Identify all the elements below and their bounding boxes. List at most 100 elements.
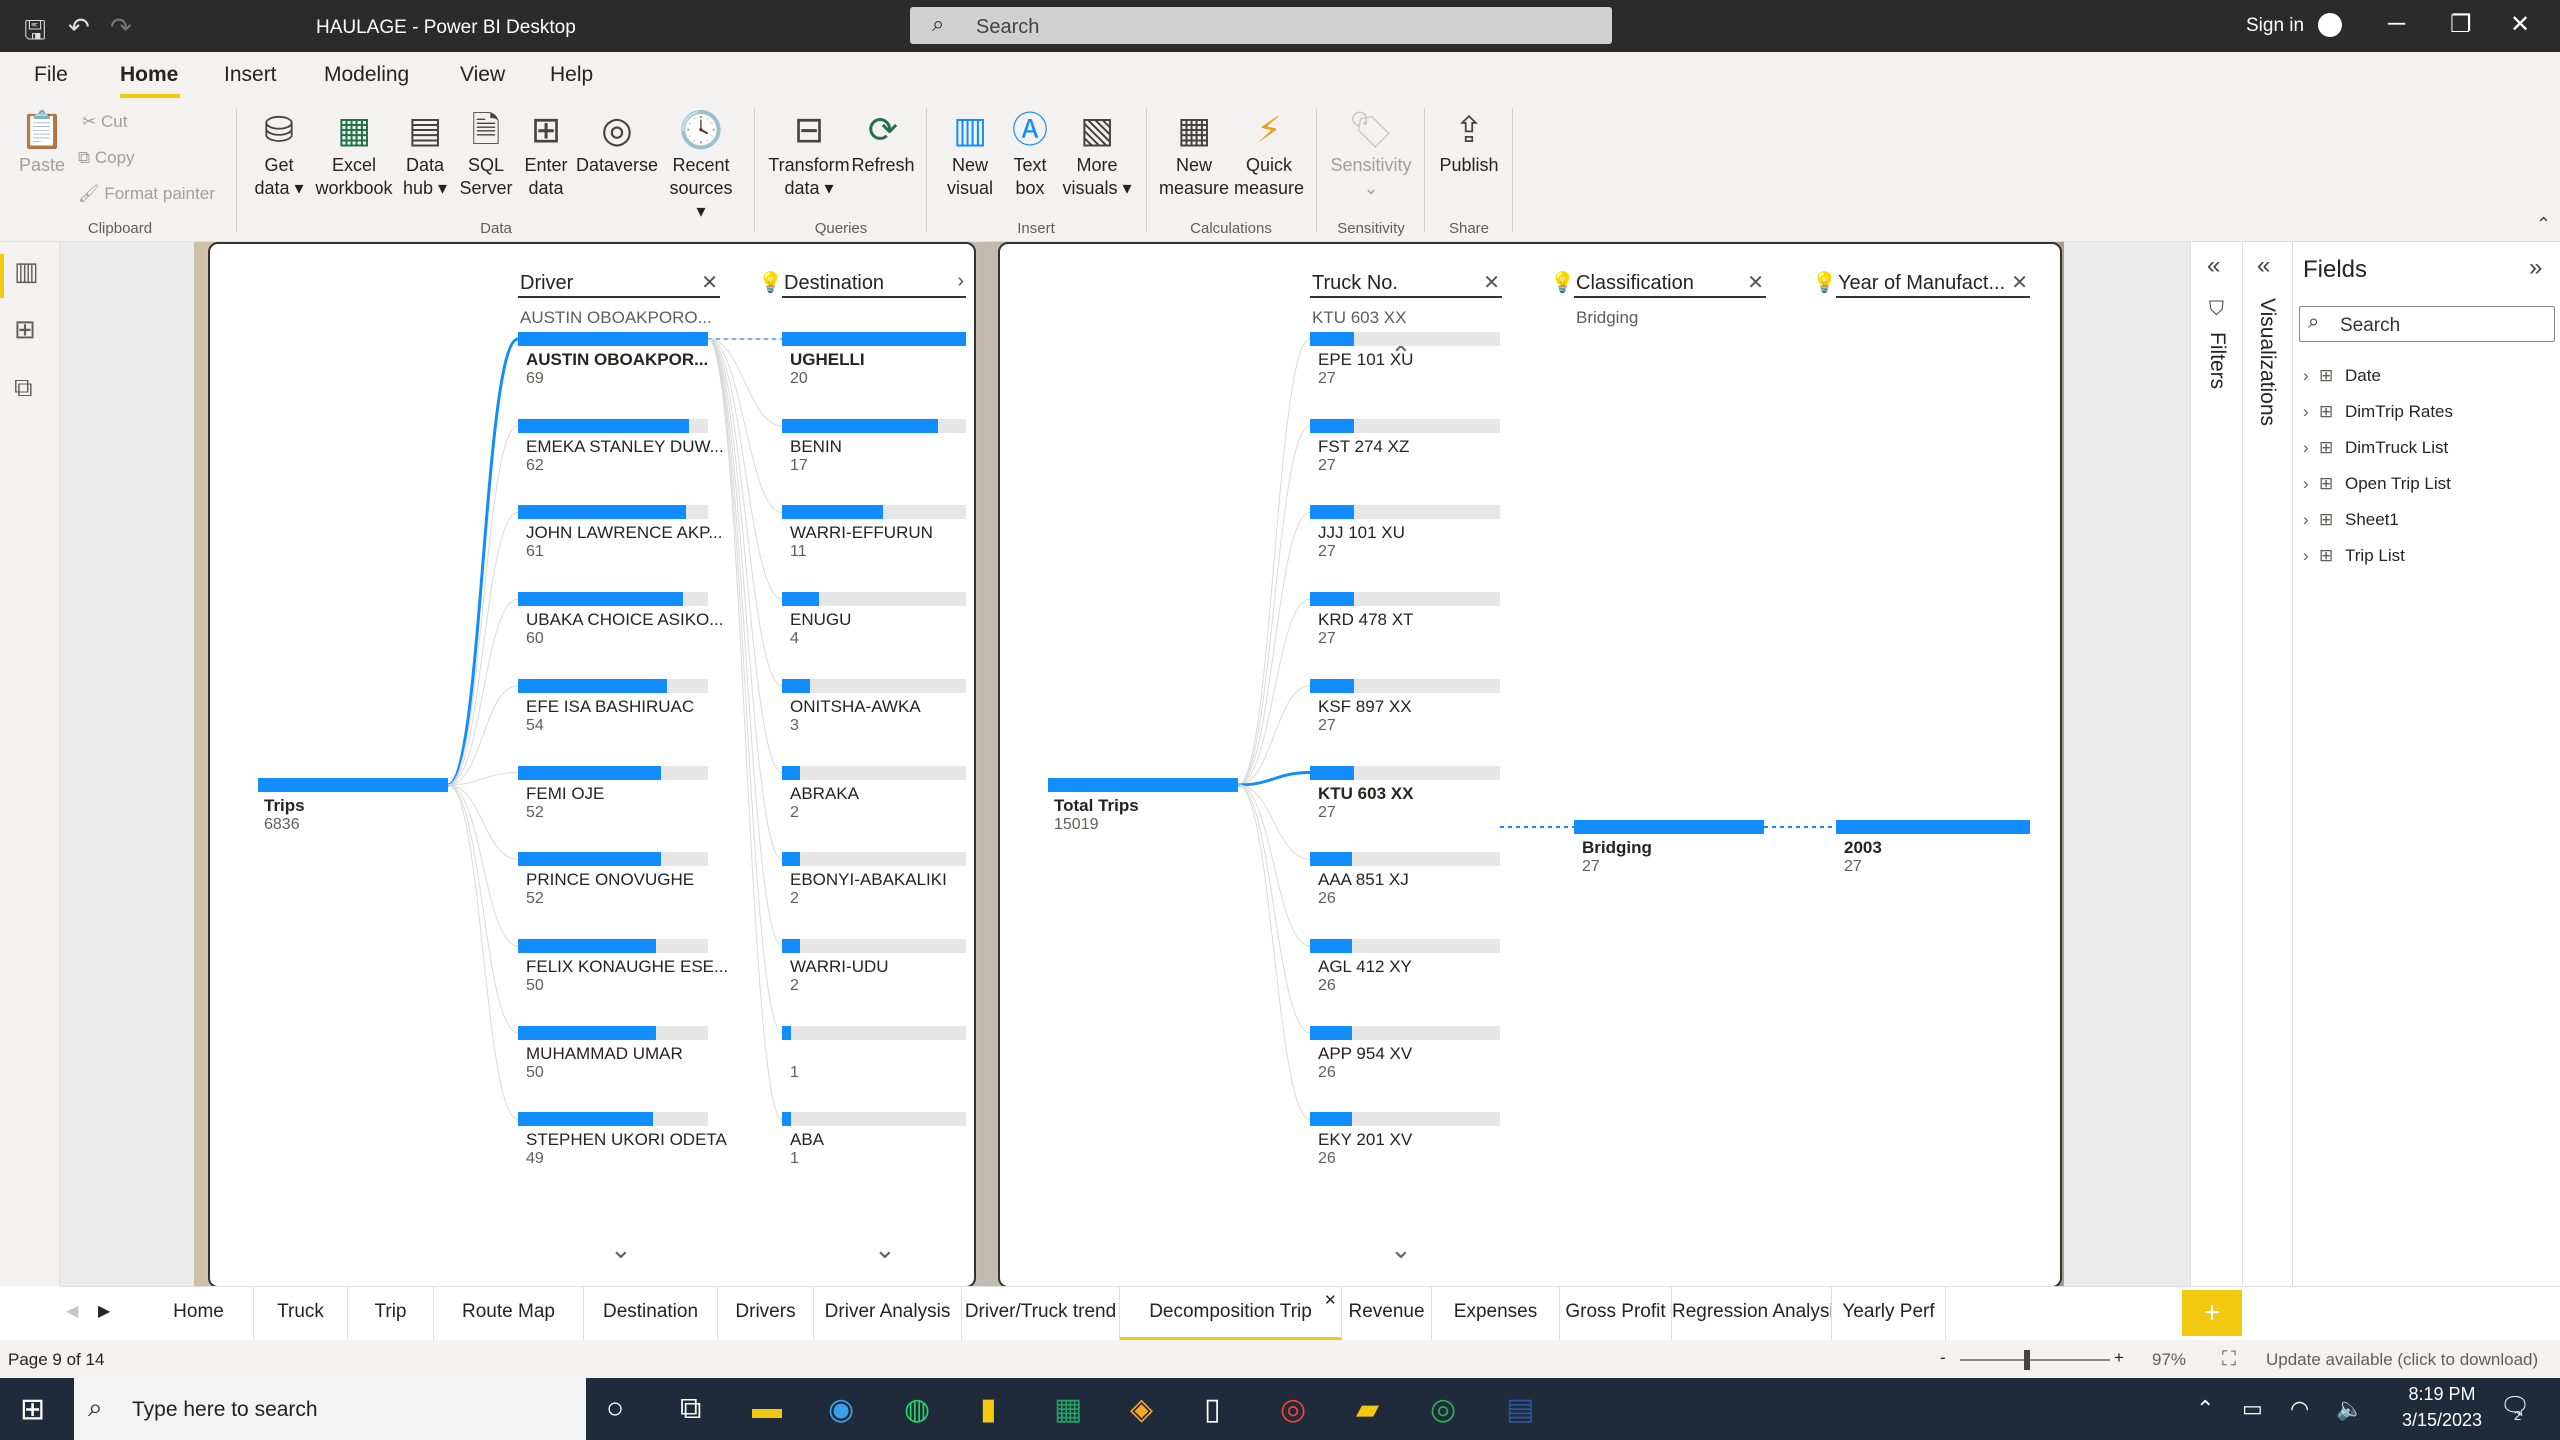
truck-node-bar[interactable] — [1310, 418, 1354, 433]
battery-icon[interactable]: ▭ — [2242, 1396, 2263, 1422]
filters-pane[interactable]: « ⛉ Filters — [2190, 242, 2242, 1286]
destination-node-bar[interactable] — [782, 505, 883, 520]
root-bar[interactable] — [1048, 778, 1238, 792]
recent-sources-button[interactable]: 🕓 Recent sources ▾ — [664, 108, 738, 223]
field-table-item[interactable]: › ⊞ DimTrip Rates — [2303, 402, 2453, 422]
lightbulb-icon[interactable]: 💡 — [758, 270, 783, 295]
classification-bar[interactable] — [1574, 820, 1764, 834]
tab-drivers[interactable]: Drivers — [718, 1287, 814, 1341]
tab-expenses[interactable]: Expenses — [1432, 1287, 1560, 1341]
truck-node-bar[interactable] — [1310, 852, 1352, 867]
dataverse-button[interactable]: ◎ Dataverse — [576, 108, 658, 177]
truck-node-bar[interactable] — [1310, 938, 1352, 953]
tab-destination[interactable]: Destination — [584, 1287, 718, 1341]
enter-data-button[interactable]: ⊞ Enter data — [518, 108, 574, 200]
restore-icon[interactable]: ❐ — [2450, 10, 2472, 39]
destination-node-bar-track[interactable] — [782, 852, 966, 867]
fields-search-input[interactable]: ⌕ Search — [2299, 306, 2555, 342]
truck-column-header[interactable]: Truck No. ✕ — [1310, 272, 1502, 298]
root-bar[interactable] — [258, 778, 448, 792]
destination-node-bar-track[interactable] — [782, 1112, 966, 1127]
clock-time[interactable]: 8:19 PM — [2394, 1384, 2490, 1405]
driver-node-bar[interactable] — [518, 1025, 656, 1040]
sign-in-link[interactable]: Sign in — [2246, 15, 2304, 37]
truck-node-bar[interactable] — [1310, 1112, 1352, 1127]
get-data-button[interactable]: ⛁ Get data ▾ — [246, 108, 312, 200]
close-icon[interactable]: ✕ — [2011, 270, 2028, 295]
driver-node-bar[interactable] — [518, 678, 667, 693]
undo-icon[interactable]: ↶ — [68, 12, 90, 43]
chevron-left-icon[interactable]: « — [2257, 252, 2270, 280]
menu-home[interactable]: Home — [120, 63, 178, 87]
tab-revenue[interactable]: Revenue — [1342, 1287, 1432, 1341]
data-hub-button[interactable]: ▤ Data hub ▾ — [398, 108, 452, 200]
document-icon[interactable]: ▯ — [1204, 1392, 1221, 1427]
tab-scroll-left-icon[interactable]: ◀ — [66, 1301, 78, 1321]
filters-label[interactable]: Filters — [2205, 332, 2229, 389]
decomposition-tree-truck[interactable]: Total Trips 15019 Truck No. ✕ KTU 603 XX… — [998, 242, 2062, 1288]
destination-node-bar-track[interactable] — [782, 1025, 966, 1040]
field-table-item[interactable]: › ⊞ DimTruck List — [2303, 438, 2448, 458]
cortana-icon[interactable]: ○ — [606, 1392, 624, 1426]
visualizations-label[interactable]: Visualizations — [2255, 298, 2279, 426]
close-icon[interactable]: ✕ — [1747, 270, 1764, 295]
tab-scroll-right-icon[interactable]: ▶ — [98, 1301, 110, 1321]
tab-decomposition-trip[interactable]: Decomposition Trip — [1120, 1287, 1342, 1341]
driver-node-bar[interactable] — [518, 592, 683, 607]
volume-icon[interactable]: 🔈 — [2336, 1396, 2363, 1422]
chevron-right-icon[interactable]: » — [2529, 254, 2542, 282]
truck-node-bar[interactable] — [1310, 678, 1354, 693]
title-search-box[interactable]: ⌕ Search — [910, 7, 1612, 44]
menu-file[interactable]: File — [34, 63, 68, 87]
fit-to-page-icon[interactable]: ⛶ — [2222, 1348, 2236, 1371]
avatar[interactable] — [2318, 13, 2342, 37]
truck-node-bar[interactable] — [1310, 765, 1354, 780]
refresh-button[interactable]: ⟳ Refresh — [850, 108, 916, 177]
redo-icon[interactable]: ↷ — [110, 12, 132, 43]
truck-node-bar[interactable] — [1310, 332, 1354, 346]
truck-node-bar[interactable] — [1310, 592, 1354, 607]
text-box-button[interactable]: Ⓐ Text box — [1002, 108, 1058, 200]
new-measure-button[interactable]: ▦ New measure — [1156, 108, 1232, 200]
destination-column-header[interactable]: 💡 Destination › — [758, 270, 966, 298]
destination-node-bar[interactable] — [782, 938, 800, 953]
excel-icon[interactable]: ▦ — [1054, 1392, 1082, 1427]
chevron-up-icon[interactable]: ⌃ — [2196, 1396, 2214, 1422]
tab-trip[interactable]: Trip — [348, 1287, 434, 1341]
destination-node-bar[interactable] — [782, 1112, 791, 1127]
chevron-down-icon[interactable]: ⌄ — [610, 1234, 632, 1265]
data-view-icon[interactable]: ⊞ — [14, 314, 36, 345]
sticky-notes-icon[interactable]: ▰ — [1356, 1392, 1379, 1427]
visualizations-pane[interactable]: « Visualizations — [2242, 242, 2292, 1286]
zoom-in-button[interactable]: + — [2114, 1348, 2124, 1368]
edge-icon[interactable]: ◉ — [828, 1392, 854, 1427]
classification-column-header[interactable]: 💡 Classification ✕ — [1550, 270, 1766, 298]
menu-modeling[interactable]: Modeling — [324, 63, 409, 87]
cut-button[interactable]: ✂ Cut — [82, 112, 127, 132]
field-table-item[interactable]: › ⊞ Trip List — [2303, 546, 2405, 566]
field-table-item[interactable]: › ⊞ Date — [2303, 366, 2381, 386]
close-icon[interactable]: ✕ — [701, 270, 718, 295]
driver-node-bar[interactable] — [518, 938, 656, 953]
whatsapp-icon[interactable]: ◍ — [904, 1392, 930, 1427]
destination-node-bar-track[interactable] — [782, 765, 966, 780]
clock-date[interactable]: 3/15/2023 — [2394, 1410, 2490, 1431]
destination-node-bar[interactable] — [782, 592, 819, 607]
driver-node-bar[interactable] — [518, 332, 708, 346]
sql-server-button[interactable]: 🗎 SQL Server — [458, 108, 514, 200]
update-available-link[interactable]: Update available (click to download) — [2266, 1350, 2538, 1370]
chevron-left-icon[interactable]: « — [2207, 252, 2220, 280]
destination-node-bar[interactable] — [782, 765, 800, 780]
publish-button[interactable]: ⇪ Publish — [1434, 108, 1504, 177]
tab-home[interactable]: Home — [144, 1287, 254, 1341]
chevron-right-icon[interactable]: › — [957, 270, 964, 293]
destination-node-bar[interactable] — [782, 852, 800, 867]
close-tab-icon[interactable]: ✕ — [1324, 1291, 1337, 1309]
report-view-icon[interactable]: ▥ — [14, 256, 39, 287]
year-bar[interactable] — [1836, 820, 2030, 834]
zoom-slider[interactable] — [1960, 1359, 2110, 1361]
quick-measure-button[interactable]: ⚡ Quick measure — [1234, 108, 1304, 200]
wifi-icon[interactable]: ◠ — [2290, 1396, 2309, 1422]
driver-node-bar[interactable] — [518, 418, 689, 433]
menu-help[interactable]: Help — [550, 63, 593, 87]
